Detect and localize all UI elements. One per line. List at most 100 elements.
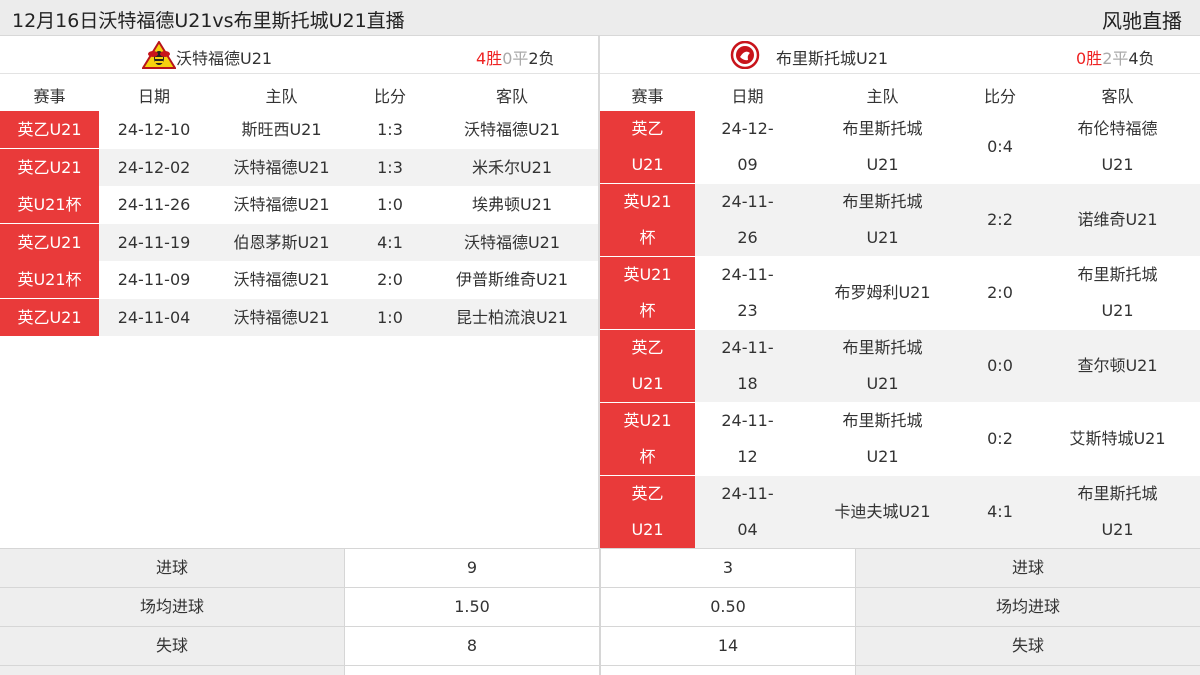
- table-row[interactable]: 英乙 U21 24-11- 18 布里斯托城 U21 0:0 查尔顿U21: [600, 330, 1200, 402]
- stats-row-conceded: 失球 8 14 失球: [0, 626, 1200, 665]
- cell-away[interactable]: 伊普斯维奇U21: [426, 261, 598, 298]
- cell-away[interactable]: 米禾尔U21: [426, 149, 598, 186]
- cell-home[interactable]: 沃特福德U21: [209, 261, 354, 298]
- right-team-name[interactable]: 布里斯托城U21: [776, 45, 888, 69]
- cell-away[interactable]: 昆士柏流浪U21: [426, 299, 598, 336]
- col-date: 日期: [137, 87, 170, 106]
- cell-home[interactable]: 斯旺西U21: [209, 111, 354, 148]
- cell-home[interactable]: 沃特福德U21: [209, 299, 354, 336]
- competition-label: 英U21: [623, 411, 672, 430]
- cell-away[interactable]: 诺维奇U21: [1035, 202, 1200, 238]
- table-row[interactable]: 英乙U21 24-11-19 伯恩茅斯U21 4:1 沃特福德U21: [0, 223, 598, 261]
- cell-home[interactable]: 布里斯托城 U21: [800, 184, 965, 256]
- stat-label-right: [856, 666, 1200, 675]
- cell-date-line: 26: [737, 228, 758, 247]
- cell-home-line: 卡迪夫城U21: [834, 502, 931, 521]
- competition-badge[interactable]: 英乙U21: [600, 476, 695, 548]
- cell-score: 1:3: [377, 120, 403, 139]
- stats-row-avg-goals: 场均进球 1.50 0.50 场均进球: [0, 587, 1200, 626]
- table-row[interactable]: 英U21杯 24-11-09 沃特福德U21 2:0 伊普斯维奇U21: [0, 261, 598, 298]
- page-title: 12月16日沃特福德U21vs布里斯托城U21直播: [12, 10, 405, 32]
- cell-home[interactable]: 卡迪夫城U21: [800, 494, 965, 530]
- competition-badge[interactable]: 英乙U21: [600, 111, 695, 183]
- table-row[interactable]: 英U21 杯 24-11- 12 布里斯托城 U21 0:2 艾斯特城U21: [600, 403, 1200, 475]
- competition-label: 杯: [639, 447, 656, 466]
- cell-score: 4:1: [987, 502, 1013, 521]
- table-row[interactable]: 英乙 U21 24-11- 04 卡迪夫城U21 4:1 布里斯托城 U21: [600, 476, 1200, 548]
- cell-date: 24-11- 23: [695, 257, 800, 329]
- cell-away-line: 布里斯托城: [1077, 484, 1158, 503]
- cell-away[interactable]: 查尔顿U21: [1035, 348, 1200, 384]
- cell-score: 2:0: [377, 270, 403, 289]
- competition-badge[interactable]: 英乙U21: [600, 330, 695, 402]
- stat-label-right: 失球: [856, 627, 1200, 665]
- stat-label-right: 进球: [856, 549, 1200, 587]
- stats-row-partial: [0, 665, 1200, 675]
- cell-away[interactable]: 埃弗顿U21: [426, 186, 598, 223]
- cell-home[interactable]: 布里斯托城 U21: [800, 330, 965, 402]
- cell-date: 24-11-09: [117, 270, 191, 289]
- cell-score: 0:2: [987, 429, 1013, 448]
- competition-label: 杯: [639, 301, 656, 320]
- record-draws: 0平: [502, 49, 529, 68]
- cell-away-line: U21: [1101, 155, 1134, 174]
- brand-name[interactable]: 风驰直播: [1102, 5, 1182, 34]
- cell-home-line: U21: [866, 447, 899, 466]
- stat-label-left: 失球: [0, 627, 344, 665]
- cell-date-line: 23: [737, 301, 758, 320]
- cell-away[interactable]: 布伦特福德 U21: [1035, 111, 1200, 183]
- table-row[interactable]: 英乙U21 24-11-04 沃特福德U21 1:0 昆士柏流浪U21: [0, 298, 598, 336]
- competition-badge[interactable]: 英U21杯: [600, 184, 695, 256]
- competition-label: 英U21: [623, 192, 672, 211]
- cell-date: 24-11-04: [117, 307, 191, 327]
- competition-badge[interactable]: 英U21 杯: [600, 403, 695, 475]
- cell-home[interactable]: 伯恩茅斯U21: [209, 224, 354, 261]
- cell-home-line: 布里斯托城: [842, 192, 923, 211]
- cell-date: 24-11- 18: [695, 330, 800, 402]
- competition-badge[interactable]: 英U21杯: [600, 257, 695, 329]
- cell-away-line: 布伦特福德: [1077, 119, 1158, 138]
- cell-home-line: 布里斯托城: [842, 411, 923, 430]
- table-row[interactable]: 英乙U21 24-12-10 斯旺西U21 1:3 沃特福德U21: [0, 111, 598, 148]
- table-row[interactable]: 英U21杯 24-11-26 沃特福德U21 1:0 埃弗顿U21: [0, 186, 598, 223]
- table-row[interactable]: 英乙 U21 24-12- 09 布里斯托城 U21 0:4 布伦特福德 U21: [600, 111, 1200, 183]
- col-competition: 赛事: [631, 87, 664, 106]
- cell-date-line: 09: [737, 155, 758, 174]
- col-score: 比分: [983, 87, 1016, 106]
- right-table-header: 赛事 日期 主队 比分 客队: [600, 74, 1200, 111]
- left-team-name[interactable]: 沃特福德U21: [176, 45, 272, 69]
- cell-home[interactable]: 沃特福德U21: [209, 149, 354, 186]
- cell-score: 2:2: [987, 210, 1013, 229]
- competition-badge[interactable]: 英U21杯: [0, 261, 99, 298]
- competition-badge[interactable]: 英U21杯: [0, 186, 99, 223]
- competition-badge[interactable]: 英乙U21: [0, 111, 99, 148]
- stat-label-left: 进球: [0, 549, 344, 587]
- cell-home[interactable]: 布里斯托城 U21: [800, 403, 965, 475]
- table-row[interactable]: 英U21 杯 24-11- 26 布里斯托城 U21 2:2 诺维奇U21: [600, 184, 1200, 256]
- cell-away[interactable]: 沃特福德U21: [426, 224, 598, 261]
- cell-home[interactable]: 布罗姆利U21: [800, 275, 965, 311]
- cell-date: 24-11-04: [695, 476, 800, 548]
- cell-away[interactable]: 布里斯托城 U21: [1035, 257, 1200, 329]
- competition-badge[interactable]: 英乙U21: [0, 298, 99, 336]
- top-bar: 12月16日沃特福德U21vs布里斯托城U21直播 风驰直播: [0, 0, 1200, 36]
- cell-away[interactable]: 艾斯特城U21: [1035, 421, 1200, 457]
- col-competition: 赛事: [33, 87, 66, 106]
- col-away: 客队: [495, 87, 528, 106]
- cell-home[interactable]: 沃特福德U21: [209, 186, 354, 223]
- cell-score: 4:1: [377, 232, 403, 252]
- competition-label: U21: [631, 155, 664, 174]
- competition-badge[interactable]: 英乙U21: [0, 223, 99, 261]
- cell-away-line: 诺维奇U21: [1077, 210, 1158, 229]
- record-draws: 2平: [1102, 49, 1129, 68]
- competition-label: U21: [631, 520, 664, 539]
- table-row[interactable]: 英U21 杯 24-11- 23 布罗姆利U21 2:0 布里斯托城 U21: [600, 257, 1200, 329]
- col-home: 主队: [265, 87, 298, 106]
- competition-badge[interactable]: 英乙U21: [0, 148, 99, 186]
- cell-away[interactable]: 沃特福德U21: [426, 111, 598, 148]
- table-row[interactable]: 英乙U21 24-12-02 沃特福德U21 1:3 米禾尔U21: [0, 148, 598, 186]
- cell-home[interactable]: 布里斯托城 U21: [800, 111, 965, 183]
- col-date: 日期: [731, 87, 764, 106]
- cell-away[interactable]: 布里斯托城 U21: [1035, 476, 1200, 548]
- cell-away-line: U21: [1101, 301, 1134, 320]
